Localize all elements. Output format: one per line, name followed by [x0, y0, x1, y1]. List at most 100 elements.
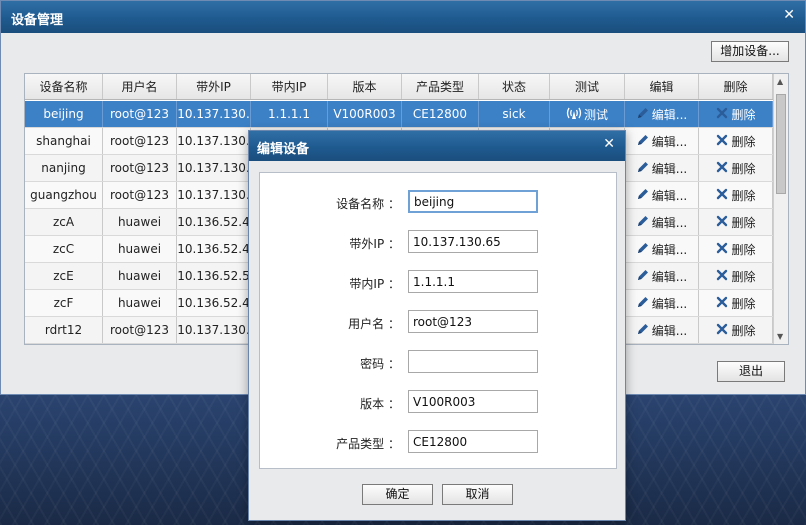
scroll-down-icon[interactable]: ▼ [777, 332, 783, 341]
pencil-icon [636, 322, 650, 339]
edit-label: 编辑... [651, 215, 688, 230]
edit-label: 编辑... [651, 242, 688, 257]
ib-ip-label: 带内IP ： [349, 277, 400, 291]
edit-button[interactable]: 编辑... [625, 209, 699, 235]
x-icon [715, 133, 729, 150]
pencil-icon [636, 133, 650, 150]
edit-button[interactable]: 编辑... [625, 128, 699, 154]
version-label: 版本 ： [360, 397, 400, 411]
edit-button[interactable]: 编辑... [625, 263, 699, 289]
delete-button[interactable]: 删除 [699, 263, 773, 289]
column-header-status[interactable]: 状态 [479, 74, 550, 99]
delete-button[interactable]: 删除 [699, 182, 773, 208]
product-type-label: 产品类型 ： [336, 437, 400, 451]
edit-button[interactable]: 编辑... [625, 317, 699, 343]
delete-label: 删除 [731, 242, 756, 257]
table-row[interactable]: beijing root@123 10.137.130. 1.1.1.1 V100R00… [25, 101, 773, 128]
edit-button[interactable]: 编辑... [625, 155, 699, 181]
pencil-icon [636, 214, 650, 231]
delete-button[interactable]: 删除 [699, 209, 773, 235]
edit-label: 编辑... [651, 107, 688, 122]
add-device-button[interactable]: 增加设备... [711, 41, 789, 62]
edit-label: 编辑... [651, 296, 688, 311]
cell-product: CE12800 [402, 101, 479, 127]
cell-user: root@123 [103, 317, 177, 343]
edit-label: 编辑... [651, 188, 688, 203]
device-name-label: 设备名称 ： [336, 197, 400, 211]
product-type-field[interactable] [408, 430, 538, 453]
main-title: 设备管理 [11, 13, 64, 28]
username-field[interactable] [408, 310, 538, 333]
version-field[interactable] [408, 390, 538, 413]
form-panel: 设备名称 ： 带外IP ： 带内IP ： 用户名 ： 密码 ： 版本 ： 产品类… [259, 172, 617, 469]
table-header: 设备名称 用户名 带外IP 带内IP 版本 产品类型 状态 测试 编辑 删除 [25, 74, 773, 100]
cell-oob-ip: 10.137.130. [177, 317, 251, 343]
edit-button[interactable]: 编辑... [625, 101, 699, 127]
delete-label: 删除 [731, 161, 756, 176]
delete-label: 删除 [731, 215, 756, 230]
device-name-field[interactable] [408, 190, 538, 213]
column-header-edit[interactable]: 编辑 [625, 74, 699, 99]
delete-label: 删除 [731, 107, 756, 122]
column-header-delete[interactable]: 删除 [699, 74, 773, 99]
cell-user: huawei [103, 209, 177, 235]
cell-user: huawei [103, 290, 177, 316]
cell-oob-ip: 10.136.52.4 [177, 290, 251, 316]
cell-oob-ip: 10.137.130. [177, 128, 251, 154]
cell-name: zcE [25, 263, 103, 289]
exit-button[interactable]: 退出 [717, 361, 785, 382]
scroll-thumb[interactable] [776, 94, 786, 194]
delete-button[interactable]: 删除 [699, 236, 773, 262]
oob-ip-field[interactable] [408, 230, 538, 253]
x-icon [715, 187, 729, 204]
column-header-product[interactable]: 产品类型 [402, 74, 479, 99]
cell-name: rdrt12 [25, 317, 103, 343]
edit-button[interactable]: 编辑... [625, 182, 699, 208]
column-header-oob-ip[interactable]: 带外IP [177, 74, 251, 99]
cell-oob-ip: 10.136.52.5 [177, 263, 251, 289]
delete-button[interactable]: 删除 [699, 101, 773, 127]
table-scrollbar[interactable]: ▲ ▼ [773, 74, 788, 344]
column-header-test[interactable]: 测试 [550, 74, 625, 99]
column-header-name[interactable]: 设备名称 [25, 74, 103, 99]
delete-button[interactable]: 删除 [699, 317, 773, 343]
cell-status: sick [479, 101, 550, 127]
edit-label: 编辑... [651, 269, 688, 284]
main-titlebar: 设备管理 ✕ [1, 1, 805, 33]
pencil-icon [636, 106, 650, 123]
username-label: 用户名 ： [348, 317, 400, 331]
delete-label: 删除 [731, 188, 756, 203]
cell-user: huawei [103, 236, 177, 262]
signal-icon [566, 106, 582, 123]
close-icon[interactable]: ✕ [783, 7, 795, 23]
cancel-button[interactable]: 取消 [442, 484, 513, 505]
dialog-close-icon[interactable]: ✕ [603, 136, 615, 152]
x-icon [715, 160, 729, 177]
cell-oob-ip: 10.137.130. [177, 182, 251, 208]
test-label: 测试 [583, 107, 608, 122]
x-icon [715, 241, 729, 258]
test-cell[interactable]: 测试 [550, 101, 625, 127]
column-header-user[interactable]: 用户名 [103, 74, 177, 99]
ok-button[interactable]: 确定 [362, 484, 433, 505]
edit-button[interactable]: 编辑... [625, 236, 699, 262]
cell-name: nanjing [25, 155, 103, 181]
ib-ip-field[interactable] [408, 270, 538, 293]
cell-oob-ip: 10.137.130. [177, 155, 251, 181]
cell-name: guangzhou [25, 182, 103, 208]
delete-button[interactable]: 删除 [699, 290, 773, 316]
dialog-titlebar: 编辑设备 ✕ [249, 131, 625, 161]
password-field[interactable] [408, 350, 538, 373]
edit-device-dialog: 编辑设备 ✕ 设备名称 ： 带外IP ： 带内IP ： 用户名 ： 密码 ： 版… [248, 130, 626, 521]
cell-oob-ip: 10.137.130. [177, 101, 251, 127]
cell-name: zcF [25, 290, 103, 316]
oob-ip-label: 带外IP ： [349, 237, 400, 251]
delete-button[interactable]: 删除 [699, 155, 773, 181]
delete-button[interactable]: 删除 [699, 128, 773, 154]
scroll-up-icon[interactable]: ▲ [777, 77, 783, 86]
column-header-version[interactable]: 版本 [328, 74, 402, 99]
column-header-ib-ip[interactable]: 带内IP [251, 74, 328, 99]
cell-name: shanghai [25, 128, 103, 154]
delete-label: 删除 [731, 323, 756, 338]
edit-button[interactable]: 编辑... [625, 290, 699, 316]
